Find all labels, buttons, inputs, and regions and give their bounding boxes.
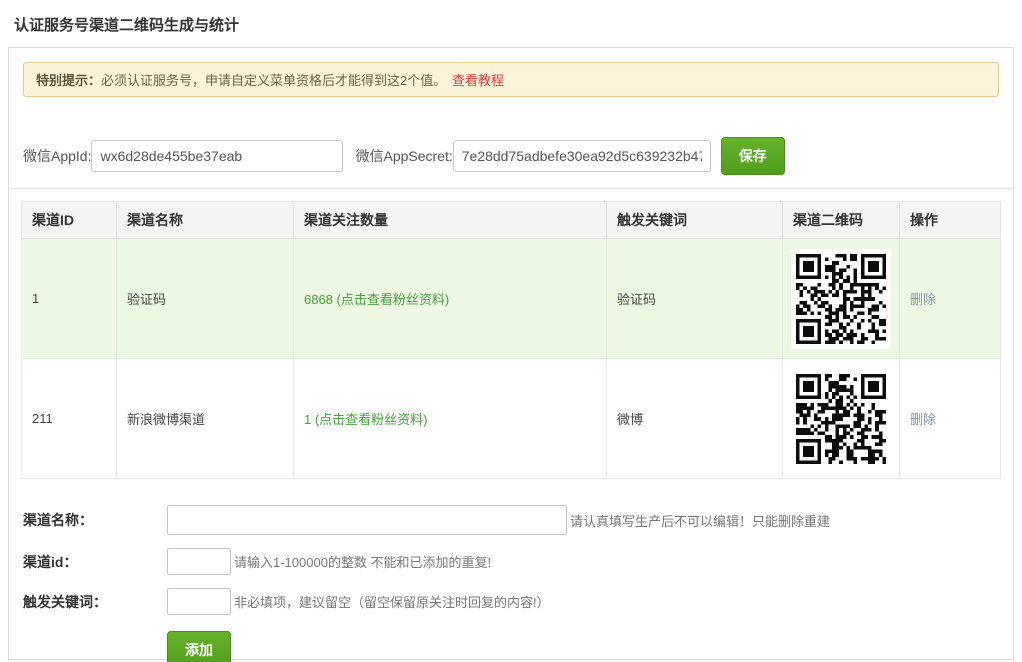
trigger-keyword-hint: 非必填项，建议留空（留空保留原关注时回复的内容!） [234,592,550,611]
channel-id-input[interactable] [167,548,231,575]
table-row: 211 新浪微博渠道 1 (点击查看粉丝资料) 微博 删除 [22,359,1001,479]
view-tutorial-link[interactable]: 查看教程 [452,73,504,88]
delete-channel-link[interactable]: 删除 [910,292,936,307]
channel-id-hint: 请输入1-100000的整数 不能和已添加的重复! [234,552,491,571]
channel-id-row: 渠道id： 请输入1-100000的整数 不能和已添加的重复! [11,548,1001,575]
channel-name-input[interactable] [167,505,567,535]
appsecret-input[interactable] [453,140,711,172]
follower-count-link[interactable]: 6868 (点击查看粉丝资料) [304,292,449,307]
channel-name-label: 渠道名称： [11,510,167,530]
add-channel-form: 渠道名称： 请认真填写生产后不可以编辑！只能删除重建 渠道id： 请输入1-10… [11,505,1001,662]
trigger-keyword-row: 触发关键词： 非必填项，建议留空（留空保留原关注时回复的内容!） [11,588,1001,615]
notice-banner: 特别提示：必须认证服务号，申请自定义菜单资格后才能得到这2个值。 查看教程 [23,62,999,97]
header-channel-name: 渠道名称 [117,202,294,239]
header-follow-count: 渠道关注数量 [294,202,607,239]
qr-box [791,369,891,469]
table-header-row: 渠道ID 渠道名称 渠道关注数量 触发关键词 渠道二维码 操作 [22,202,1001,239]
channel-table-wrap: 渠道ID 渠道名称 渠道关注数量 触发关键词 渠道二维码 操作 1 验证码 68… [21,201,1001,479]
save-button[interactable]: 保存 [721,137,785,175]
table-row: 1 验证码 6868 (点击查看粉丝资料) 验证码 删除 [22,239,1001,359]
header-actions: 操作 [900,202,1001,239]
cell-trigger-keyword: 验证码 [607,239,783,359]
add-button[interactable]: 添加 [167,631,231,662]
qr-image [796,452,886,467]
channel-name-row: 渠道名称： 请认真填写生产后不可以编辑！只能删除重建 [11,505,1001,535]
appid-label: 微信AppId: [23,146,91,166]
qr-image [796,332,886,347]
cell-channel-id: 211 [22,359,117,479]
cell-channel-id: 1 [22,239,117,359]
notice-prefix: 特别提示： [36,73,101,88]
header-channel-id: 渠道ID [22,202,117,239]
page-title: 认证服务号渠道二维码生成与统计 [14,14,1022,35]
follower-count-link[interactable]: 1 (点击查看粉丝资料) [304,412,428,427]
channel-name-hint: 请认真填写生产后不可以编辑！只能删除重建 [570,511,830,530]
trigger-keyword-label: 触发关键词： [11,592,167,612]
channel-table: 渠道ID 渠道名称 渠道关注数量 触发关键词 渠道二维码 操作 1 验证码 68… [21,201,1001,479]
header-channel-qrcode: 渠道二维码 [783,202,900,239]
cell-channel-name: 验证码 [117,239,294,359]
notice-message: 必须认证服务号，申请自定义菜单资格后才能得到这2个值。 [101,73,446,88]
delete-channel-link[interactable]: 删除 [910,412,936,427]
channel-id-label: 渠道id： [11,552,167,572]
cell-trigger-keyword: 微博 [607,359,783,479]
trigger-keyword-input[interactable] [167,588,231,615]
cell-channel-name: 新浪微博渠道 [117,359,294,479]
main-panel: 特别提示：必须认证服务号，申请自定义菜单资格后才能得到这2个值。 查看教程 微信… [8,47,1014,660]
credentials-bar: 微信AppId: 微信AppSecret: 保存 [9,111,1013,189]
header-trigger-keyword: 触发关键词 [607,202,783,239]
qr-box [791,249,891,349]
appid-input[interactable] [91,140,343,172]
appsecret-label: 微信AppSecret: [355,146,452,166]
